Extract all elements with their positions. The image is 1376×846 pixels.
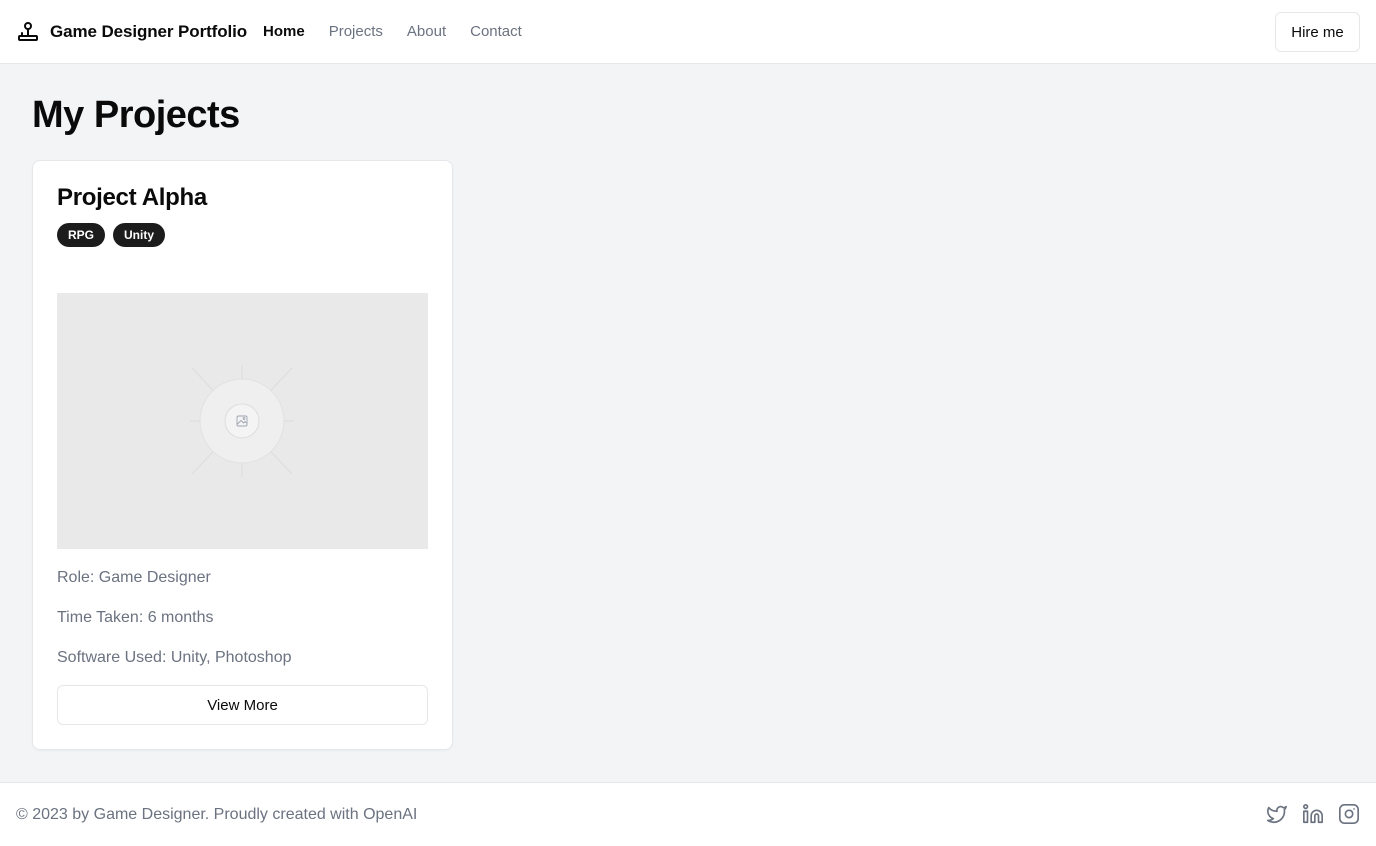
social-links xyxy=(1266,803,1360,825)
project-title: Project Alpha xyxy=(57,184,207,211)
project-time: Time Taken: 6 months xyxy=(57,609,214,626)
footer-copyright: © 2023 by Game Designer. Proudly created… xyxy=(16,805,418,823)
brand-title: Game Designer Portfolio xyxy=(50,21,248,41)
tag-badge: Unity xyxy=(113,223,166,247)
project-role: Role: Game Designer xyxy=(57,569,211,586)
main-nav: Home Projects About Contact xyxy=(263,23,522,40)
nav-link-contact[interactable]: Contact xyxy=(470,23,522,40)
view-more-button[interactable]: View More xyxy=(57,685,428,725)
image-placeholder-icon xyxy=(190,365,294,477)
site-footer: © 2023 by Game Designer. Proudly created… xyxy=(0,782,1376,846)
twitter-icon[interactable] xyxy=(1266,803,1288,825)
project-software: Software Used: Unity, Photoshop xyxy=(57,649,292,666)
brand[interactable]: Game Designer Portfolio xyxy=(16,20,247,44)
page-title: My Projects xyxy=(32,94,240,136)
nav-link-home[interactable]: Home xyxy=(263,23,305,40)
hire-me-button[interactable]: Hire me xyxy=(1275,12,1360,52)
tag-badge: RPG xyxy=(57,223,106,247)
site-header: Game Designer Portfolio Home Projects Ab… xyxy=(0,0,1376,64)
nav-link-projects[interactable]: Projects xyxy=(329,23,383,40)
joystick-icon xyxy=(18,21,38,41)
nav-link-about[interactable]: About xyxy=(407,23,446,40)
instagram-icon[interactable] xyxy=(1338,803,1360,825)
main-content: My Projects Project Alpha RPG Unity Role… xyxy=(32,64,1344,782)
project-card: Project Alpha RPG Unity Role: Game Desig… xyxy=(32,160,453,750)
project-image xyxy=(57,293,428,549)
linkedin-icon[interactable] xyxy=(1302,803,1324,825)
project-tags: RPG Unity xyxy=(57,223,428,247)
